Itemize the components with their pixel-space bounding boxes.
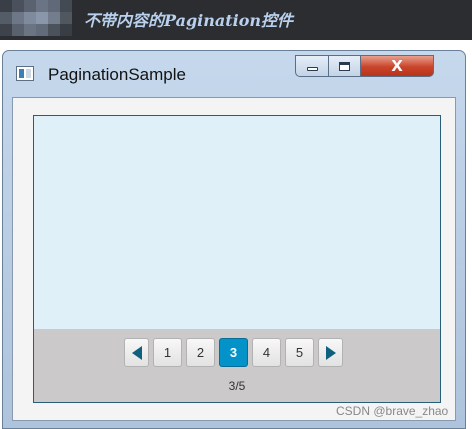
banner-title: 不带内容的Pagination控件 bbox=[84, 11, 294, 30]
page-info-label: 3/5 bbox=[228, 379, 246, 393]
window-client-area: 1 2 3 4 5 3/5 bbox=[12, 97, 456, 421]
next-page-button[interactable] bbox=[318, 338, 343, 367]
page-button-3[interactable]: 3 bbox=[219, 338, 248, 367]
window-title: PaginationSample bbox=[48, 65, 186, 84]
pagination-control: 1 2 3 4 5 3/5 bbox=[33, 115, 441, 403]
previous-page-button[interactable] bbox=[124, 338, 149, 367]
window-controls: X bbox=[295, 55, 434, 77]
triangle-right-icon bbox=[325, 345, 336, 360]
caption-banner: 不带内容的Pagination控件 bbox=[0, 0, 472, 40]
window-titlebar[interactable]: PaginationSample X bbox=[3, 51, 465, 97]
page-content-area bbox=[34, 116, 440, 329]
triangle-left-icon bbox=[131, 345, 142, 360]
close-icon: X bbox=[391, 56, 403, 75]
page-button-5[interactable]: 5 bbox=[285, 338, 314, 367]
page-buttons: 1 2 3 4 5 bbox=[124, 338, 343, 367]
minimize-button[interactable] bbox=[295, 55, 329, 77]
page-button-2[interactable]: 2 bbox=[186, 338, 215, 367]
app-window-icon bbox=[16, 66, 34, 81]
watermark-text: CSDN @brave_zhao bbox=[336, 404, 449, 418]
minimize-icon bbox=[306, 67, 318, 71]
pagination-bar: 1 2 3 4 5 3/5 bbox=[34, 329, 440, 402]
maximize-button[interactable] bbox=[329, 55, 361, 77]
maximize-icon bbox=[339, 61, 350, 71]
app-window: PaginationSample X 1 2 3 4 5 3/5 bbox=[2, 50, 466, 429]
pixelated-avatar bbox=[0, 0, 72, 36]
close-button[interactable]: X bbox=[361, 55, 434, 77]
page-button-4[interactable]: 4 bbox=[252, 338, 281, 367]
page-button-1[interactable]: 1 bbox=[153, 338, 182, 367]
